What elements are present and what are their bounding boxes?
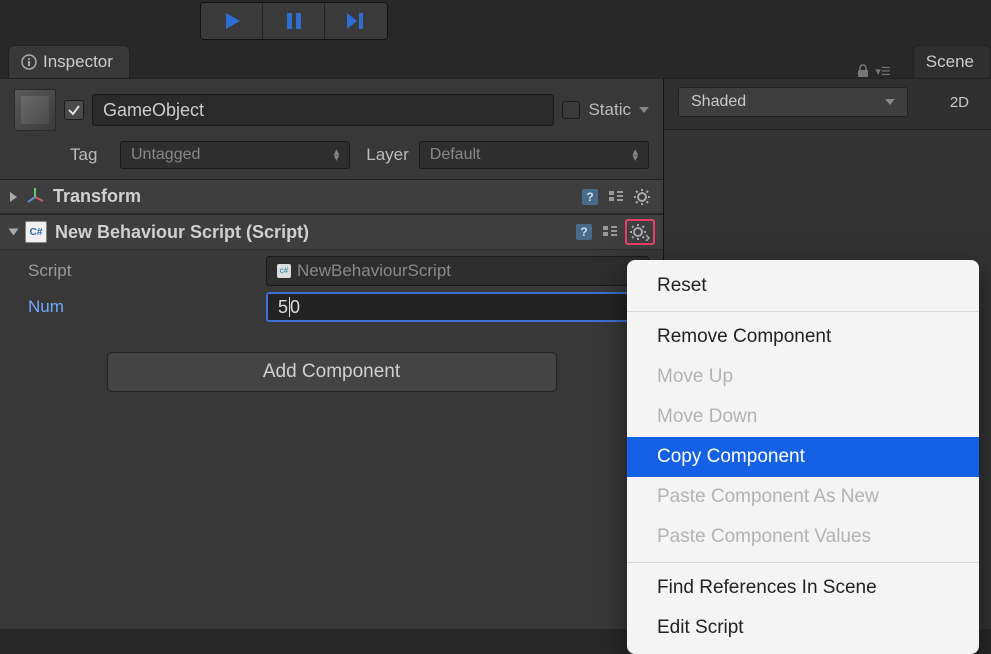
tab-inspector[interactable]: Inspector (8, 45, 130, 78)
transform-axis-icon (25, 187, 45, 207)
gameobject-name-field[interactable]: GameObject (92, 94, 554, 126)
tag-layer-row: Tag Untagged ▴▾ Layer Default ▴▾ (0, 137, 663, 179)
info-icon (21, 54, 37, 70)
preset-icon[interactable] (607, 188, 625, 206)
component-context-menu: Reset Remove Component Move Up Move Down… (627, 260, 979, 654)
top-toolbar (0, 0, 991, 42)
menu-item-edit-script[interactable]: Edit Script (627, 608, 979, 648)
dropdown-icon[interactable]: ▾☰ (875, 65, 890, 78)
pause-icon (284, 11, 304, 31)
property-row-num: Num 50 (28, 292, 649, 322)
gear-icon-highlighted[interactable] (625, 219, 655, 245)
shading-mode-dropdown[interactable]: Shaded (678, 87, 908, 117)
updown-icon: ▴▾ (334, 149, 340, 161)
tag-label: Tag (70, 145, 110, 165)
check-icon (67, 103, 81, 117)
chevron-down-icon (885, 99, 895, 105)
menu-separator (627, 562, 979, 563)
help-icon[interactable]: ? (581, 188, 599, 206)
property-row-script: Script c# NewBehaviourScript (28, 256, 649, 286)
menu-item-remove-component[interactable]: Remove Component (627, 317, 979, 357)
help-icon[interactable]: ? (575, 223, 593, 241)
gear-icon[interactable] (633, 188, 653, 206)
inspector-panel: GameObject Static Tag Untagged ▴▾ Layer … (0, 78, 663, 629)
step-icon (345, 11, 367, 31)
preset-icon[interactable] (601, 223, 619, 241)
updown-icon: ▴▾ (632, 149, 638, 161)
tab-bar: Inspector ▾☰ Scene (0, 42, 991, 78)
layer-label: Layer (366, 145, 409, 165)
lock-icon[interactable] (857, 64, 869, 78)
tag-dropdown[interactable]: Untagged ▴▾ (120, 141, 350, 169)
svg-text:?: ? (586, 190, 593, 204)
static-dropdown-icon[interactable] (639, 107, 649, 113)
tab-inspector-label: Inspector (43, 52, 113, 72)
menu-item-copy-component[interactable]: Copy Component (627, 437, 979, 477)
play-button[interactable] (201, 3, 263, 39)
foldout-icon[interactable] (9, 229, 19, 236)
gameobject-header: GameObject Static (0, 79, 663, 137)
inspector-lock-area: ▾☰ (857, 64, 902, 78)
num-value: 50 (278, 297, 300, 317)
menu-item-paste-as-new: Paste Component As New (627, 477, 979, 517)
pause-button[interactable] (263, 3, 325, 39)
menu-item-move-up: Move Up (627, 357, 979, 397)
num-label: Num (28, 297, 258, 317)
scene-2d-toggle[interactable]: 2D (942, 90, 977, 115)
csharp-script-icon: C# (25, 221, 47, 243)
tab-scene[interactable]: Scene (913, 45, 991, 78)
play-icon (222, 11, 242, 31)
menu-item-paste-values: Paste Component Values (627, 517, 979, 557)
svg-text:?: ? (580, 225, 587, 239)
gameobject-icon[interactable] (14, 89, 56, 131)
num-input[interactable]: 50 (266, 292, 649, 322)
add-component-label: Add Component (263, 361, 400, 383)
step-button[interactable] (325, 3, 387, 39)
menu-item-move-down: Move Down (627, 397, 979, 437)
script-label: Script (28, 261, 258, 281)
play-controls (200, 2, 388, 40)
component-title: Transform (53, 186, 573, 207)
tab-scene-label: Scene (926, 52, 974, 72)
script-object-field[interactable]: c# NewBehaviourScript (266, 256, 649, 286)
script-value: NewBehaviourScript (297, 261, 451, 281)
foldout-icon[interactable] (10, 192, 17, 202)
add-component-button[interactable]: Add Component (107, 352, 557, 392)
layer-dropdown[interactable]: Default ▴▾ (419, 141, 649, 169)
shading-mode-label: Shaded (691, 93, 746, 111)
menu-item-find-references[interactable]: Find References In Scene (627, 568, 979, 608)
menu-item-reset[interactable]: Reset (627, 266, 979, 306)
static-label: Static (588, 100, 631, 120)
menu-separator (627, 311, 979, 312)
component-header-script[interactable]: C# New Behaviour Script (Script) ? (0, 214, 663, 250)
component-header-transform[interactable]: Transform ? (0, 179, 663, 214)
component-body-script: Script c# NewBehaviourScript Num 50 (0, 250, 663, 338)
component-title: New Behaviour Script (Script) (55, 222, 567, 243)
tag-value: Untagged (131, 146, 200, 164)
layer-value: Default (430, 146, 481, 164)
static-checkbox[interactable] (562, 101, 580, 119)
scene-toolbar: Shaded 2D (664, 79, 991, 125)
gameobject-name: GameObject (103, 100, 204, 120)
enabled-checkbox[interactable] (64, 100, 84, 120)
